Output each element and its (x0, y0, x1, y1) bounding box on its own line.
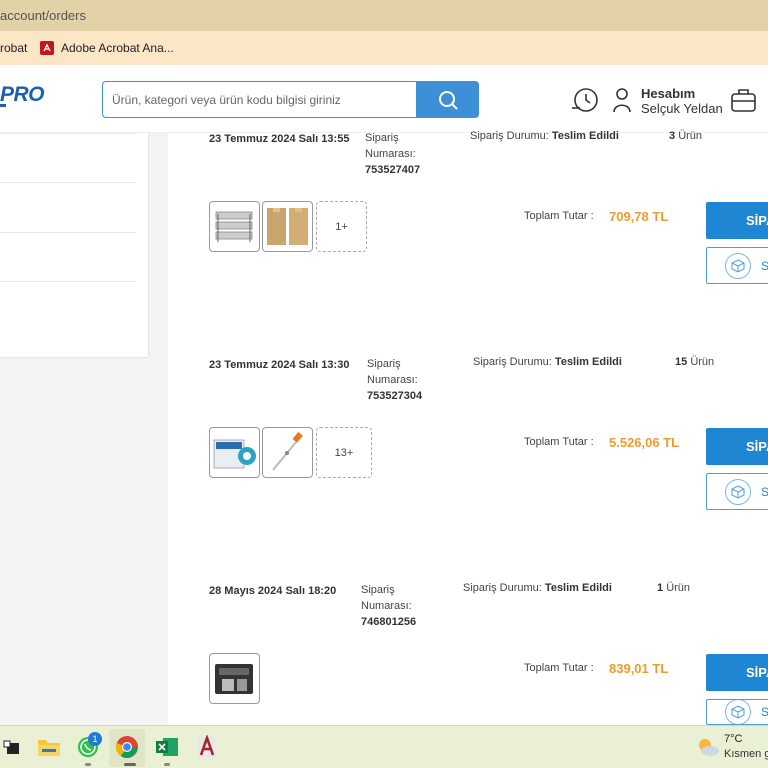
status-value: Teslim Edildi (551, 130, 619, 142)
status-value: Teslim Edildi (544, 582, 612, 594)
site-header: PRO Ürün, kategori veya ürün kodu bilgis… (0, 65, 768, 133)
order-history-icon[interactable] (571, 86, 599, 114)
adobe-acrobat-icon (40, 41, 54, 55)
reorder-label: S (761, 485, 768, 499)
more-products-indicator[interactable]: 13+ (316, 427, 372, 478)
weather-description[interactable]: Kısmen g (724, 748, 768, 760)
product-thumbnail-pipette[interactable] (262, 427, 313, 478)
excel-icon[interactable] (154, 734, 180, 760)
cart-bag-icon[interactable] (730, 86, 757, 113)
product-count: 1 Ürün (657, 582, 690, 594)
order-total: 5.526,06 TL (609, 435, 680, 450)
total-label: Toplam Tutar : (524, 210, 594, 222)
running-indicator (164, 763, 170, 766)
task-view-icon[interactable] (0, 734, 26, 760)
reorder-box-icon (725, 252, 751, 279)
weather-partly-cloudy-icon[interactable] (695, 734, 721, 760)
product-thumbnail-envelope[interactable] (262, 201, 313, 252)
user-icon[interactable] (612, 87, 632, 113)
sidebar-divider (0, 133, 136, 134)
url-text[interactable]: account/orders (0, 8, 86, 23)
product-thumbnail-file-tray[interactable] (209, 201, 260, 252)
order-total: 839,01 TL (609, 661, 669, 676)
file-explorer-icon[interactable] (36, 734, 62, 760)
order-status: Sipariş Durumu: Teslim Edildi (463, 582, 612, 594)
sidebar-divider (0, 232, 136, 233)
product-count-suffix: Ürün (666, 582, 691, 594)
order-date: 28 Mayıs 2024 Salı 18:20 (209, 585, 337, 597)
reorder-label: S (761, 259, 768, 273)
order-status: Sipariş Durumu: Teslim Edildi (470, 130, 619, 142)
reorder-label: S (761, 705, 768, 719)
sidebar-divider (0, 182, 136, 183)
order-number: 746801256 (361, 616, 417, 628)
logo-underline (0, 104, 6, 107)
total-label: Toplam Tutar : (524, 662, 594, 674)
product-count-suffix: Ürün (678, 130, 703, 142)
running-indicator (85, 763, 91, 766)
account-user-name[interactable]: Selçuk Yeldan (641, 101, 723, 116)
bookmark-label: robat (0, 41, 28, 55)
order-number: 753527304 (367, 390, 423, 402)
weather-temperature[interactable]: 7°C (724, 733, 742, 745)
search-icon (438, 90, 458, 110)
product-count-value: 3 (669, 130, 676, 142)
status-label: Sipariş Durumu: (463, 582, 542, 594)
site-logo[interactable]: PRO (0, 83, 45, 107)
windows-taskbar: 1 7°C Kısmen g (0, 725, 768, 768)
bookmark-label: Adobe Acrobat Ana... (61, 41, 174, 55)
order-number: 753527407 (365, 164, 421, 176)
product-thumbnail-medical-box[interactable] (209, 427, 260, 478)
browser-address-bar[interactable]: account/orders (0, 0, 768, 31)
status-value: Teslim Edildi (554, 356, 622, 368)
search-button[interactable] (416, 81, 479, 118)
reorder-box-icon (725, 700, 751, 724)
order-status: Sipariş Durumu: Teslim Edildi (473, 356, 622, 368)
search-input[interactable]: Ürün, kategori veya ürün kodu bilgisi gi… (102, 81, 417, 118)
account-sidebar (0, 133, 149, 358)
product-count-suffix: Ürün (690, 356, 715, 368)
order-total: 709,78 TL (609, 209, 669, 224)
order-details-button[interactable]: SİPA (706, 428, 768, 465)
status-label: Sipariş Durumu: (470, 130, 549, 142)
access-icon[interactable] (194, 734, 220, 760)
order-number-label: Sipariş Numarası: (365, 132, 416, 160)
order-details-button[interactable]: SİPA (706, 654, 768, 691)
product-count-value: 1 (657, 582, 664, 594)
sidebar-divider (0, 281, 136, 282)
orders-list: 23 Temmuz 2024 Salı 13:55 Sipariş Numara… (168, 130, 768, 725)
order-number-label: Sipariş Numarası: (367, 358, 418, 386)
order-date: 23 Temmuz 2024 Salı 13:30 (209, 359, 350, 371)
product-count: 3 Ürün (669, 130, 702, 142)
reorder-box-icon (725, 478, 751, 505)
bookmark-adobe-acrobat[interactable]: Adobe Acrobat Ana... (40, 41, 174, 55)
reorder-button[interactable]: S (706, 699, 768, 725)
product-thumbnail-device[interactable] (209, 653, 260, 704)
order-number-label: Sipariş Numarası: (361, 584, 412, 612)
bookmark-acrobat[interactable]: robat (0, 41, 27, 55)
product-count: 15 Ürün (675, 356, 714, 368)
running-indicator (124, 763, 136, 766)
account-label[interactable]: Hesabım (641, 86, 695, 101)
order-date: 23 Temmuz 2024 Salı 13:55 (209, 133, 350, 145)
product-count-value: 15 (675, 356, 688, 368)
notification-badge: 1 (88, 732, 102, 746)
chrome-icon[interactable] (114, 734, 140, 760)
total-label: Toplam Tutar : (524, 436, 594, 448)
reorder-button[interactable]: S (706, 473, 768, 510)
more-products-indicator[interactable]: 1+ (316, 201, 367, 252)
reorder-button[interactable]: S (706, 247, 768, 284)
status-label: Sipariş Durumu: (473, 356, 552, 368)
order-details-button[interactable]: SİPA (706, 202, 768, 239)
search-placeholder: Ürün, kategori veya ürün kodu bilgisi gi… (112, 92, 341, 107)
bookmarks-bar: robat Adobe Acrobat Ana... (0, 31, 768, 65)
